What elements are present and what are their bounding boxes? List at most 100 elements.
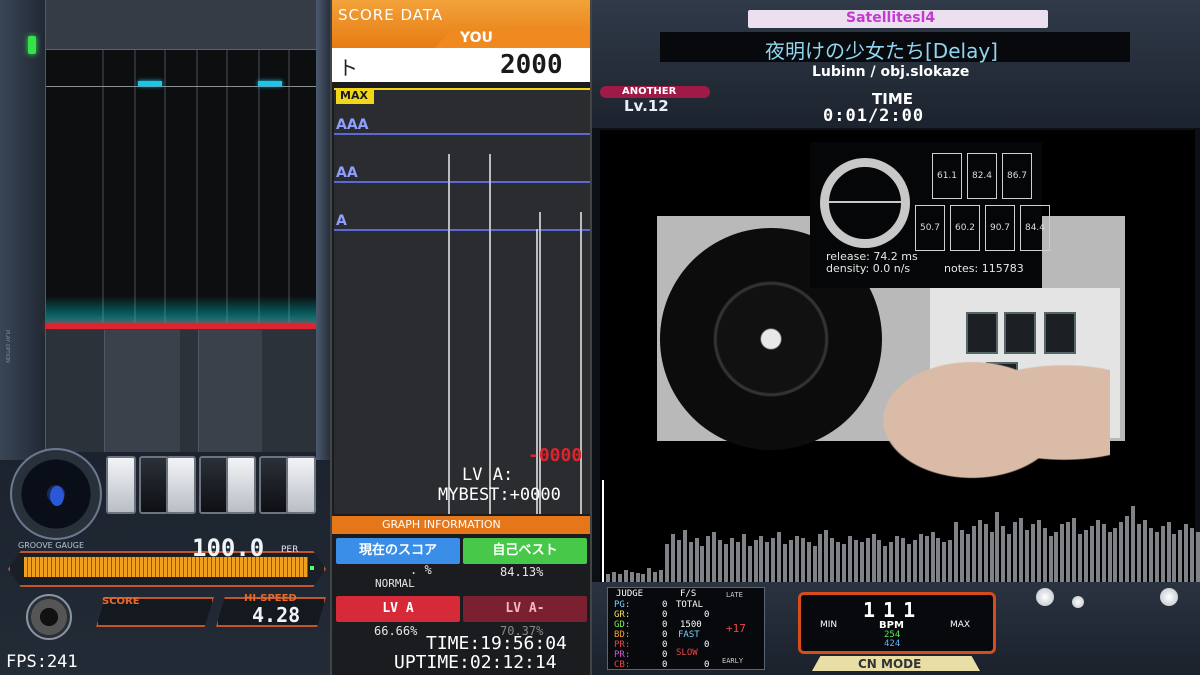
fs-title: F/S	[680, 589, 697, 599]
density-bar	[741, 534, 746, 582]
density-bar	[977, 520, 982, 582]
lane-bottom-col	[104, 330, 180, 452]
right-rail	[316, 0, 330, 460]
timing-ring-line	[829, 201, 901, 203]
key-ms: 50.7	[915, 205, 945, 251]
judge-title: JUDGE	[616, 589, 644, 599]
density-bar	[729, 538, 734, 582]
density-bar	[676, 540, 681, 582]
graph-bar-current	[448, 154, 450, 514]
my-best-tab[interactable]: 自己ベスト	[463, 538, 587, 564]
lvam-tab[interactable]: LV A-	[463, 596, 587, 622]
density-bar	[812, 546, 817, 582]
graph-bar-lva	[536, 229, 538, 514]
density-bar	[1089, 526, 1094, 582]
early-label: EARLY	[722, 657, 744, 665]
density-bar	[1196, 532, 1200, 582]
density-bar	[1101, 524, 1106, 582]
turntable-marker	[50, 486, 64, 506]
grade-line-a	[334, 229, 590, 231]
density-bar	[889, 542, 894, 582]
current-score-tab[interactable]: 現在のスコア	[336, 538, 460, 564]
graph-bar-best	[489, 154, 491, 514]
density-bar	[871, 534, 876, 582]
key-5	[226, 456, 256, 514]
lane-2	[136, 50, 164, 325]
density-bar	[1125, 516, 1130, 582]
density-bar	[724, 544, 728, 582]
judge-line	[46, 323, 316, 329]
judge-gd-value: 0	[662, 620, 668, 630]
density-bar	[765, 542, 770, 582]
key-4	[199, 456, 229, 514]
density-bar	[647, 568, 652, 582]
grade-label-aaa: AAA	[336, 117, 369, 133]
lva-tab[interactable]: LV A	[336, 596, 460, 622]
lva-pct: 66.66%	[374, 624, 418, 638]
you-bar	[435, 30, 590, 48]
density-bar	[1054, 532, 1059, 582]
density-bar	[783, 544, 787, 582]
density-bar	[918, 534, 923, 582]
lift-indicator	[28, 36, 36, 54]
density-bar	[948, 540, 953, 582]
player-hands	[880, 330, 1110, 480]
judge-gd-label: GD:	[614, 620, 631, 630]
density-bar	[788, 540, 793, 582]
late-label: LATE	[726, 591, 743, 599]
score-data-title: SCORE DATA	[338, 6, 444, 24]
density-bar	[936, 538, 941, 582]
density-bar	[965, 534, 970, 582]
density-bar	[1095, 520, 1100, 582]
judge-bd-label: BD:	[614, 630, 631, 640]
density-bar	[718, 540, 723, 582]
judge-pg-label: PG:	[614, 600, 631, 610]
best-pct: 84.13%	[500, 565, 544, 579]
density-bar	[759, 536, 764, 582]
gauge-unit: PER	[281, 545, 299, 555]
lane-5	[228, 50, 258, 325]
knob-icon	[1036, 588, 1054, 606]
density-bar	[1113, 528, 1118, 582]
density-bar	[971, 526, 976, 582]
lane-scratch	[46, 50, 102, 325]
judge-pr2-label: PR:	[614, 650, 631, 660]
density-bar	[883, 546, 888, 582]
cn-mode-label: CN MODE	[858, 657, 922, 671]
graph-bar-target	[580, 212, 582, 514]
density-bar	[777, 532, 782, 582]
measure-line	[46, 86, 316, 87]
lane-6	[260, 50, 288, 325]
density-bar	[700, 546, 705, 582]
density-bar	[995, 512, 1000, 582]
gauge-indicator	[310, 566, 314, 570]
lane-3	[166, 50, 196, 325]
chart-position-line	[602, 480, 604, 582]
current-score: 2000	[500, 50, 563, 80]
bpm-max-label: MAX	[950, 620, 971, 630]
density-bar	[1060, 524, 1065, 582]
density-bar	[1072, 518, 1077, 582]
timing-offset: +17	[726, 622, 746, 635]
density-bar	[735, 542, 740, 582]
uptime: UPTIME:02:12:14	[394, 652, 557, 673]
density-bar	[1178, 530, 1183, 582]
lane-bottom-col	[198, 330, 262, 452]
note	[138, 81, 162, 86]
hispeed-value: 4.28	[252, 603, 301, 627]
groove-gauge-fill	[24, 557, 308, 577]
fps-counter: FPS:241	[6, 652, 78, 672]
judge-pr2-value: 0	[662, 650, 668, 660]
total-label: TOTAL	[676, 600, 704, 610]
target-label: LV A:	[462, 465, 514, 485]
lane-cover	[46, 0, 316, 50]
density-bar	[989, 532, 994, 582]
density-bar	[1042, 528, 1047, 582]
lane-glow	[46, 296, 316, 323]
clock-time: TIME:19:56:04	[426, 633, 567, 654]
key-1	[106, 456, 136, 514]
density-bar	[912, 540, 917, 582]
slow-label: SLOW	[676, 648, 698, 658]
density-bar	[659, 570, 664, 582]
song-tag: Satellitesl4	[846, 10, 936, 26]
